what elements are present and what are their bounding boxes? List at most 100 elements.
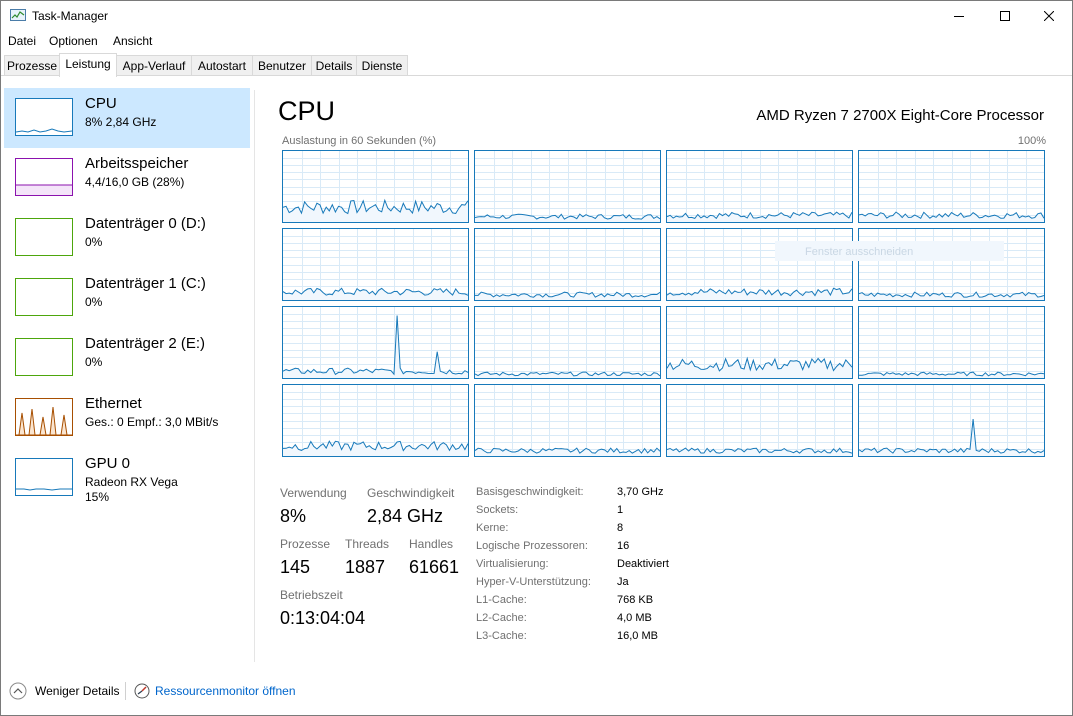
detail-label: Basisgeschwindigkeit: xyxy=(476,486,584,498)
sidebar-item-title: Arbeitsspeicher xyxy=(85,155,189,172)
detail-label: Virtualisierung: xyxy=(476,558,549,570)
sidebar-item-usage: 15% xyxy=(85,490,110,504)
uptime-value: 0:13:04:04 xyxy=(280,608,366,628)
graph-plot xyxy=(859,229,1044,300)
menu-bar: Datei Optionen Ansicht xyxy=(1,31,1072,51)
sidebar-item-disk-0[interactable]: Datenträger 0 (D:) 0% xyxy=(4,208,250,268)
uptime-label: Betriebszeit xyxy=(280,588,343,602)
graph-plot xyxy=(667,229,852,300)
threads-value: 1887 xyxy=(345,557,386,577)
graph-plot xyxy=(283,307,468,378)
sidebar-item-subtitle: 0% xyxy=(85,355,103,369)
graph-plot xyxy=(283,229,468,300)
graph-plot xyxy=(667,385,852,456)
detail-value: 16 xyxy=(617,540,630,552)
sidebar-divider xyxy=(254,90,255,662)
graph-plot xyxy=(475,151,660,222)
logical-processor-graph xyxy=(474,306,661,379)
sidebar-item-title: Datenträger 2 (E:) xyxy=(85,335,206,352)
tab-benutzer[interactable]: Benutzer xyxy=(252,55,312,76)
sidebar-item-subtitle: 4,4/16,0 GB (28%) xyxy=(85,175,185,189)
tab-dienste[interactable]: Dienste xyxy=(356,55,408,76)
speed-label: Geschwindigkeit xyxy=(367,486,455,500)
memory-thumbnail-fill xyxy=(16,184,72,195)
detail-value: Deaktiviert xyxy=(617,558,669,570)
sidebar-item-ethernet[interactable]: Ethernet Ges.: 0 Empf.: 3,0 MBit/s xyxy=(4,388,250,448)
threads-label: Threads xyxy=(345,537,390,551)
gpu-thumbnail-graph xyxy=(15,458,73,496)
logical-processor-graph xyxy=(858,228,1045,301)
graph-plot xyxy=(859,385,1044,456)
logical-processor-graph xyxy=(858,150,1045,223)
usage-value: 8% xyxy=(280,506,307,526)
tab-leistung[interactable]: Leistung xyxy=(59,53,117,77)
logical-processor-graph xyxy=(858,384,1045,457)
cpu-thumbnail-graph xyxy=(15,98,73,136)
tab-autostart[interactable]: Autostart xyxy=(191,55,253,76)
graph-plot xyxy=(283,151,468,222)
sidebar-item-gpu[interactable]: GPU 0 Radeon RX Vega 15% xyxy=(4,448,250,508)
ethernet-thumbnail-graph xyxy=(15,398,73,436)
title-bar[interactable]: Task-Manager xyxy=(1,1,1072,31)
logical-processor-graph xyxy=(474,384,661,457)
disk-thumbnail-graph xyxy=(15,338,73,376)
page-title: CPU xyxy=(278,96,336,126)
sidebar-item-cpu[interactable]: CPU 8% 2,84 GHz xyxy=(4,88,250,148)
minimize-icon xyxy=(954,16,964,17)
ethernet-thumbnail-spikes xyxy=(16,406,72,435)
gpu-thumbnail-line xyxy=(16,488,72,491)
processes-label: Prozesse xyxy=(280,537,331,551)
disk-thumbnail-graph xyxy=(15,218,73,256)
graph-caption: Auslastung in 60 Sekunden (%) xyxy=(282,135,437,147)
detail-value: 4,0 MB xyxy=(617,612,652,624)
logical-processor-graph xyxy=(282,306,469,379)
graph-plot xyxy=(475,385,660,456)
detail-value: 3,70 GHz xyxy=(617,486,664,498)
sidebar-item-title: Datenträger 0 (D:) xyxy=(85,215,206,232)
detail-label: Hyper-V-Unterstützung: xyxy=(476,576,591,588)
logical-processor-graph xyxy=(282,384,469,457)
tab-prozesse[interactable]: Prozesse xyxy=(4,55,60,76)
menu-optionen[interactable]: Optionen xyxy=(49,34,98,48)
sidebar-item-disk-1[interactable]: Datenträger 1 (C:) 0% xyxy=(4,268,250,328)
usage-label: Verwendung xyxy=(280,486,347,500)
logical-processor-graph xyxy=(474,150,661,223)
logical-processor-graph xyxy=(666,384,853,457)
footer-divider xyxy=(125,682,126,700)
graph-max-label: 100% xyxy=(1017,135,1046,147)
graph-plot xyxy=(667,151,852,222)
detail-label: L2-Cache: xyxy=(476,612,527,624)
sidebar-item-title: Datenträger 1 (C:) xyxy=(85,275,206,292)
menu-ansicht[interactable]: Ansicht xyxy=(113,34,152,48)
sidebar-item-title: GPU 0 xyxy=(85,455,131,472)
minimize-button[interactable] xyxy=(936,1,982,31)
maximize-button[interactable] xyxy=(982,1,1028,31)
logical-processor-graph xyxy=(666,150,853,223)
tab-details[interactable]: Details xyxy=(311,55,357,76)
detail-label: L3-Cache: xyxy=(476,630,527,642)
graph-plot xyxy=(667,307,852,378)
detail-value: Ja xyxy=(617,576,629,588)
cpu-thumbnail-line xyxy=(16,128,72,133)
sidebar-item-title: Ethernet xyxy=(85,395,142,412)
cpu-model-name: AMD Ryzen 7 2700X Eight-Core Processor xyxy=(756,107,1044,124)
snip-tooltip: Fenster ausschneiden xyxy=(775,241,1004,261)
logical-processor-graph xyxy=(858,306,1045,379)
graph-plot xyxy=(475,229,660,300)
resource-monitor-label: Ressourcenmonitor öffnen xyxy=(155,684,296,698)
close-button[interactable] xyxy=(1026,1,1072,31)
logical-processor-graph xyxy=(282,150,469,223)
tab-app-verlauf[interactable]: App-Verlauf xyxy=(116,55,192,76)
speed-value: 2,84 GHz xyxy=(367,506,444,526)
sidebar-item-memory[interactable]: Arbeitsspeicher 4,4/16,0 GB (28%) xyxy=(4,148,250,208)
detail-value: 8 xyxy=(617,522,624,534)
memory-thumbnail-graph xyxy=(15,158,73,196)
fewer-details-label: Weniger Details xyxy=(35,684,120,698)
detail-label: Sockets: xyxy=(476,504,519,516)
disk-thumbnail-graph xyxy=(15,278,73,316)
sidebar-item-disk-2[interactable]: Datenträger 2 (E:) 0% xyxy=(4,328,250,388)
tab-strip: Prozesse Leistung App-Verlauf Autostart … xyxy=(1,53,1072,77)
detail-label: L1-Cache: xyxy=(476,594,527,606)
chevron-up-circle-icon xyxy=(9,682,27,700)
menu-datei[interactable]: Datei xyxy=(8,34,36,48)
